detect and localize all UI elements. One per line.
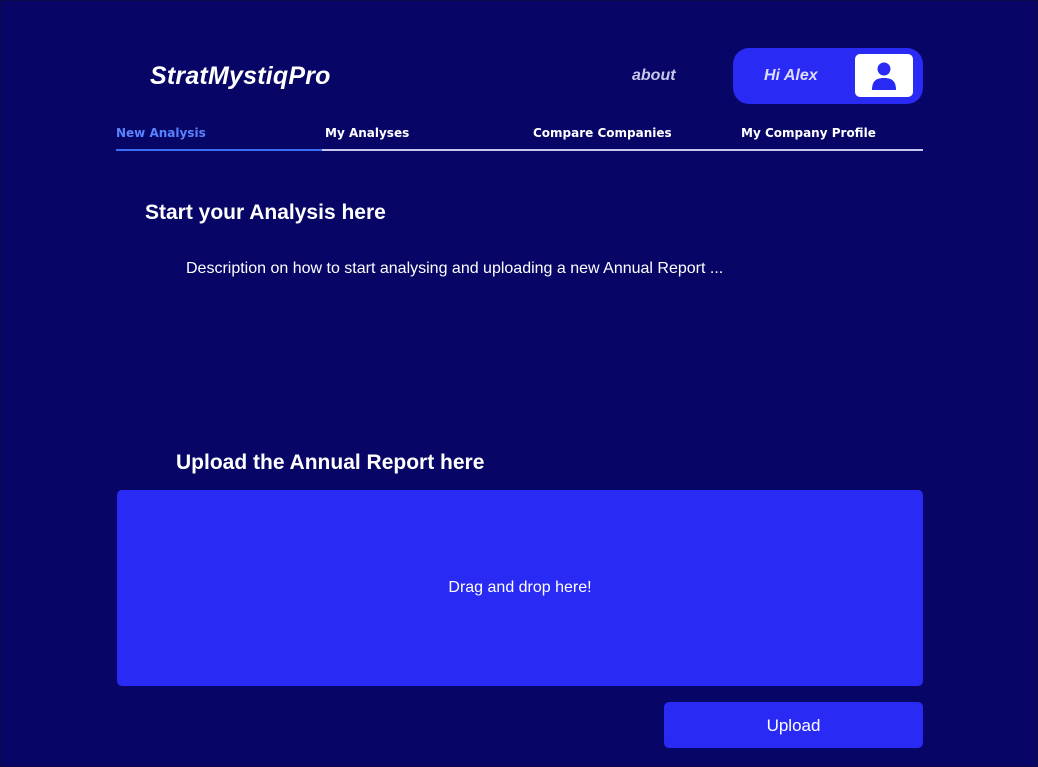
tab-my-analyses[interactable]: My Analyses xyxy=(325,125,409,141)
user-icon xyxy=(872,62,896,90)
file-dropzone[interactable]: Drag and drop here! xyxy=(117,490,923,686)
analysis-description: Description on how to start analysing an… xyxy=(186,260,724,277)
user-greeting: Hi Alex xyxy=(764,67,818,84)
tab-compare-companies[interactable]: Compare Companies xyxy=(533,125,672,141)
tab-my-company-profile[interactable]: My Company Profile xyxy=(741,125,876,141)
app-frame: StratMystiqPro about Hi Alex New Analysi… xyxy=(0,0,1038,767)
active-tab-indicator xyxy=(116,149,322,151)
about-link[interactable]: about xyxy=(632,65,676,87)
app-logo: StratMystiqPro xyxy=(150,62,331,90)
upload-button[interactable]: Upload xyxy=(664,702,923,748)
dropzone-label: Drag and drop here! xyxy=(448,579,592,596)
upload-title: Upload the Annual Report here xyxy=(176,451,485,474)
tab-new-analysis[interactable]: New Analysis xyxy=(116,125,206,141)
start-analysis-title: Start your Analysis here xyxy=(145,201,386,224)
avatar[interactable] xyxy=(855,54,913,97)
user-menu-button[interactable]: Hi Alex xyxy=(733,48,923,104)
main-tabs: New Analysis My Analyses Compare Compani… xyxy=(116,123,923,151)
